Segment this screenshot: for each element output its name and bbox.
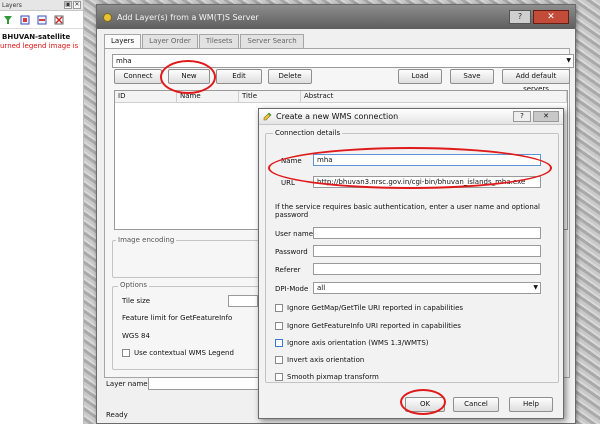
ignore-getmap-row[interactable]: Ignore GetMap/GetTile URI reported in ca… bbox=[275, 304, 463, 312]
layer-name-input[interactable] bbox=[148, 377, 260, 390]
username-field[interactable] bbox=[313, 227, 541, 239]
edit-button[interactable]: Edit bbox=[216, 69, 262, 84]
auth-note: If the service requires basic authentica… bbox=[275, 203, 541, 219]
float-icon[interactable]: ▣ bbox=[64, 1, 72, 9]
layer-item-bhuvan-satellite[interactable]: BHUVAN-satellite bbox=[0, 29, 83, 41]
legend-error-text: urned legend image is bbox=[0, 42, 79, 50]
help-button[interactable]: ? bbox=[509, 10, 531, 24]
tab-layers[interactable]: Layers bbox=[104, 34, 142, 49]
connection-value: mha bbox=[116, 57, 132, 65]
wms-close-icon[interactable]: ✕ bbox=[533, 111, 559, 122]
ignore-getfeatureinfo-row[interactable]: Ignore GetFeatureInfo URI reported in ca… bbox=[275, 322, 461, 330]
close-button[interactable]: ✕ bbox=[533, 10, 569, 24]
smooth-pixmap-checkbox[interactable] bbox=[275, 373, 283, 381]
qgis-icon bbox=[103, 12, 112, 22]
ignore-getmap-label: Ignore GetMap/GetTile URI reported in ca… bbox=[287, 304, 464, 312]
status-text: Ready bbox=[106, 411, 128, 419]
tab-bar: Layers Layer Order Tilesets Server Searc… bbox=[104, 34, 305, 49]
close-icon[interactable]: ✕ bbox=[73, 1, 81, 9]
col-name[interactable]: Name bbox=[177, 91, 239, 102]
tab-layer-order[interactable]: Layer Order bbox=[142, 34, 198, 48]
ignore-axis-row[interactable]: Ignore axis orientation (WMS 1.3/WMTS) bbox=[275, 339, 429, 347]
tile-size-input[interactable] bbox=[228, 295, 258, 307]
name-label: Name bbox=[281, 157, 302, 165]
col-title[interactable]: Title bbox=[239, 91, 301, 102]
ignore-getfeatureinfo-checkbox[interactable] bbox=[275, 322, 283, 330]
invert-axis-row[interactable]: Invert axis orientation bbox=[275, 356, 364, 364]
pencil-icon bbox=[263, 112, 272, 121]
dialog-titlebar: Add Layer(s) from a WM(T)S Server ? ✕ bbox=[97, 5, 575, 29]
connection-details-label: Connection details bbox=[273, 129, 343, 137]
tile-size-label: Tile size bbox=[122, 297, 151, 305]
layers-panel: Layers ▣ ✕ BHUVAN-satellite urned legend… bbox=[0, 0, 84, 424]
save-button[interactable]: Save bbox=[450, 69, 494, 84]
referer-field[interactable] bbox=[313, 263, 541, 275]
delete-button[interactable]: Delete bbox=[268, 69, 312, 84]
invert-axis-label: Invert axis orientation bbox=[287, 356, 365, 364]
chevron-down-icon: ▼ bbox=[566, 57, 571, 64]
smooth-pixmap-row[interactable]: Smooth pixmap transform bbox=[275, 373, 379, 381]
collapse-all-icon[interactable] bbox=[37, 15, 47, 25]
wms-dialog-titlebar: Create a new WMS connection ? ✕ bbox=[259, 109, 563, 125]
ignore-axis-checkbox[interactable] bbox=[275, 339, 283, 347]
col-abstract[interactable]: Abstract bbox=[301, 91, 567, 102]
image-encoding-label: Image encoding bbox=[116, 236, 177, 244]
contextual-legend-label: Use contextual WMS Legend bbox=[134, 349, 234, 357]
layers-panel-titlebar: Layers ▣ ✕ bbox=[0, 0, 83, 11]
wms-help-icon[interactable]: ? bbox=[513, 111, 531, 122]
dpi-mode-value: all bbox=[317, 284, 326, 292]
password-field[interactable] bbox=[313, 245, 541, 257]
name-field[interactable]: mha bbox=[313, 154, 541, 166]
image-encoding-group bbox=[112, 240, 262, 278]
chevron-down-icon: ▼ bbox=[533, 284, 538, 291]
wms-connection-dialog: Create a new WMS connection ? ✕ Connecti… bbox=[258, 108, 564, 419]
ignore-axis-label: Ignore axis orientation (WMS 1.3/WMTS) bbox=[287, 339, 429, 347]
dpi-mode-select[interactable]: all ▼ bbox=[313, 282, 541, 294]
remove-layer-icon[interactable] bbox=[54, 15, 64, 25]
feature-limit-label: Feature limit for GetFeatureInfo bbox=[122, 314, 233, 322]
col-id[interactable]: ID bbox=[115, 91, 177, 102]
url-label: URL bbox=[281, 179, 295, 187]
referer-label: Referer bbox=[275, 266, 301, 274]
layers-toolbar bbox=[0, 11, 83, 29]
password-label: Password bbox=[275, 248, 308, 256]
new-button[interactable]: New bbox=[168, 69, 210, 84]
add-default-servers-button[interactable]: Add default servers bbox=[502, 69, 570, 93]
ignore-getmap-checkbox[interactable] bbox=[275, 304, 283, 312]
dialog-title: Add Layer(s) from a WM(T)S Server bbox=[117, 12, 259, 22]
connection-select[interactable]: mha ▼ bbox=[112, 54, 574, 68]
options-label: Options bbox=[118, 281, 150, 289]
connect-button[interactable]: Connect bbox=[114, 69, 162, 84]
smooth-pixmap-label: Smooth pixmap transform bbox=[287, 373, 379, 381]
filter-icon[interactable] bbox=[3, 15, 13, 25]
dpi-mode-label: DPI-Mode bbox=[275, 285, 309, 293]
ignore-getfeatureinfo-label: Ignore GetFeatureInfo URI reported in ca… bbox=[287, 322, 461, 330]
crs-label: WGS 84 bbox=[122, 332, 150, 340]
url-field[interactable]: http://bhuvan3.nrsc.gov.in/cgi-bin/bhuva… bbox=[313, 176, 541, 188]
table-header: ID Name Title Abstract bbox=[115, 91, 567, 103]
tab-server-search[interactable]: Server Search bbox=[240, 34, 304, 48]
invert-axis-checkbox[interactable] bbox=[275, 356, 283, 364]
cancel-button[interactable]: Cancel bbox=[453, 397, 499, 412]
username-label: User name bbox=[275, 230, 314, 238]
tab-tilesets[interactable]: Tilesets bbox=[198, 34, 240, 48]
help-dialog-button[interactable]: Help bbox=[509, 397, 553, 412]
expand-all-icon[interactable] bbox=[20, 15, 30, 25]
layer-name-label: Layer name bbox=[106, 380, 148, 388]
wms-dialog-title: Create a new WMS connection bbox=[276, 112, 399, 121]
load-button[interactable]: Load bbox=[398, 69, 442, 84]
layers-panel-title: Layers bbox=[2, 1, 22, 9]
contextual-legend-checkbox[interactable] bbox=[122, 349, 130, 357]
ok-button[interactable]: OK bbox=[405, 397, 445, 412]
